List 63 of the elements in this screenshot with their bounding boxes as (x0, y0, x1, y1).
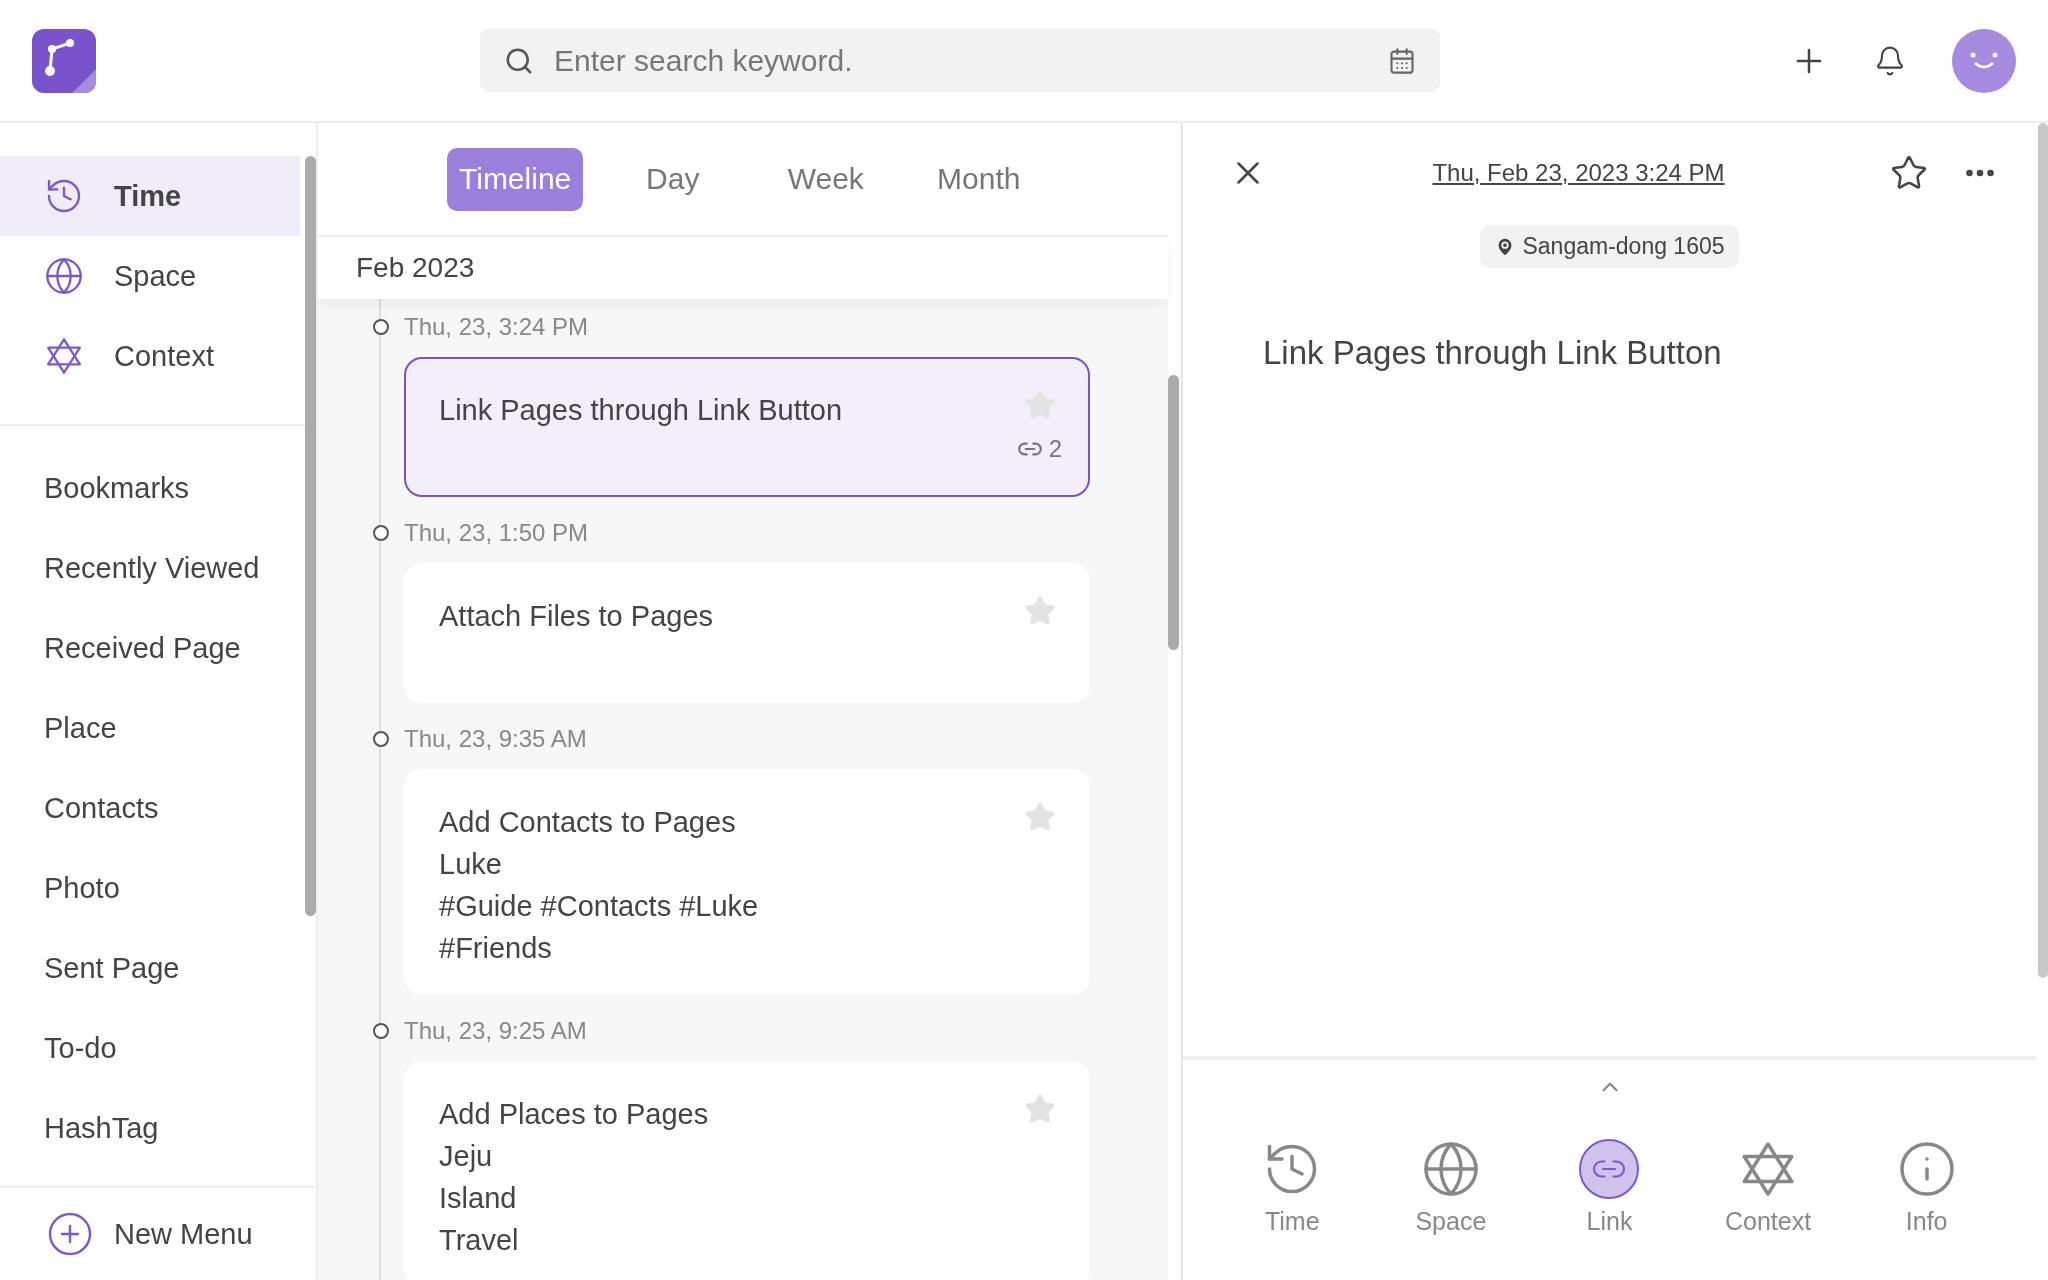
scrollbar[interactable] (1168, 375, 1179, 650)
star-icon[interactable] (1024, 595, 1056, 627)
month-header: Feb 2023 (318, 235, 1168, 299)
sidebar-item[interactable]: Recently Viewed (0, 528, 290, 608)
search-bar[interactable]: Enter search keyword. (480, 29, 1440, 92)
date-link[interactable]: Thu, Feb 23, 2023 3:24 PM (1432, 159, 1725, 187)
page-card[interactable]: Add Places to Pages Jeju Island Travel (404, 1061, 1090, 1280)
bell-icon[interactable] (1874, 44, 1906, 77)
hexagram-icon (44, 336, 84, 376)
sidebar-item[interactable]: Contacts (0, 768, 290, 848)
scrollbar[interactable] (305, 156, 316, 916)
sidebar-item[interactable]: Sent Page (0, 928, 290, 1008)
plus-circle-icon (46, 1210, 94, 1258)
detail-nav-tab[interactable]: Space (1385, 1138, 1516, 1237)
entry-time: Thu, 23, 9:25 AM (404, 1016, 587, 1046)
page-card[interactable]: Link Pages through Link Button 2 (404, 357, 1090, 497)
sidebar-item[interactable]: Space (0, 236, 300, 316)
calendar-icon[interactable] (1388, 46, 1416, 75)
view-tab[interactable]: Day (609, 147, 737, 211)
card-title: Attach Files to Pages (439, 599, 715, 634)
star-icon[interactable] (1024, 801, 1056, 833)
sidebar-item[interactable]: To-do (0, 1008, 290, 1088)
detail-nav-tab[interactable]: Context (1703, 1138, 1834, 1237)
card-title: Add Contacts to Pages (439, 805, 737, 840)
entry-time: Thu, 23, 3:24 PM (404, 312, 589, 342)
sidebar-item[interactable]: Time (0, 156, 300, 236)
timeline-dot (373, 525, 389, 541)
sidebar-item[interactable]: Received Page (0, 608, 290, 688)
entry-time: Thu, 23, 9:35 AM (404, 724, 587, 754)
detail-nav-tab[interactable]: Link (1544, 1138, 1675, 1237)
search-field[interactable]: Enter search keyword. (552, 42, 1370, 79)
star-icon[interactable] (1890, 154, 1928, 192)
card-title: Link Pages through Link Button (439, 393, 844, 428)
card-line: Travel (439, 1223, 520, 1258)
app-logo[interactable] (32, 28, 96, 93)
star-icon[interactable] (1024, 389, 1056, 421)
page-card[interactable]: Add Contacts to Pages Luke #Guide #Contacts #Luke #Friends (404, 769, 1090, 995)
timeline-dot (373, 731, 389, 747)
card-line: #Friends (439, 931, 553, 966)
card-line: Island (439, 1181, 518, 1216)
page-card[interactable]: Attach Files to Pages (404, 563, 1090, 703)
card-line: #Guide #Contacts #Luke (439, 889, 760, 924)
card-line: Jeju (439, 1139, 494, 1174)
link-count: 2 (1048, 435, 1062, 463)
scrollbar[interactable] (2038, 123, 2048, 978)
card-title: Add Places to Pages (439, 1097, 710, 1132)
page-title: Link Pages through Link Button (1263, 334, 1723, 372)
view-tab[interactable]: Month (915, 147, 1043, 211)
detail-nav-tab[interactable]: Time (1227, 1138, 1358, 1237)
sidebar-item[interactable]: Context (0, 316, 300, 396)
sidebar-item[interactable]: Bookmarks (0, 448, 290, 528)
globe-icon (44, 256, 84, 296)
view-tab[interactable]: Week (762, 147, 890, 211)
timeline-dot (373, 1023, 389, 1039)
detail-nav-tab[interactable]: Info (1861, 1138, 1992, 1237)
sidebar-item[interactable]: HashTag (0, 1088, 290, 1168)
card-line: Luke (439, 847, 503, 882)
entry-time: Thu, 23, 1:50 PM (404, 518, 589, 548)
sidebar-item[interactable]: Photo (0, 848, 290, 928)
location-tag[interactable]: Sangam-dong 1605 (1480, 225, 1739, 268)
timeline-dot (373, 319, 389, 335)
star-icon[interactable] (1024, 1093, 1056, 1125)
sidebar-item[interactable]: Place (0, 688, 290, 768)
